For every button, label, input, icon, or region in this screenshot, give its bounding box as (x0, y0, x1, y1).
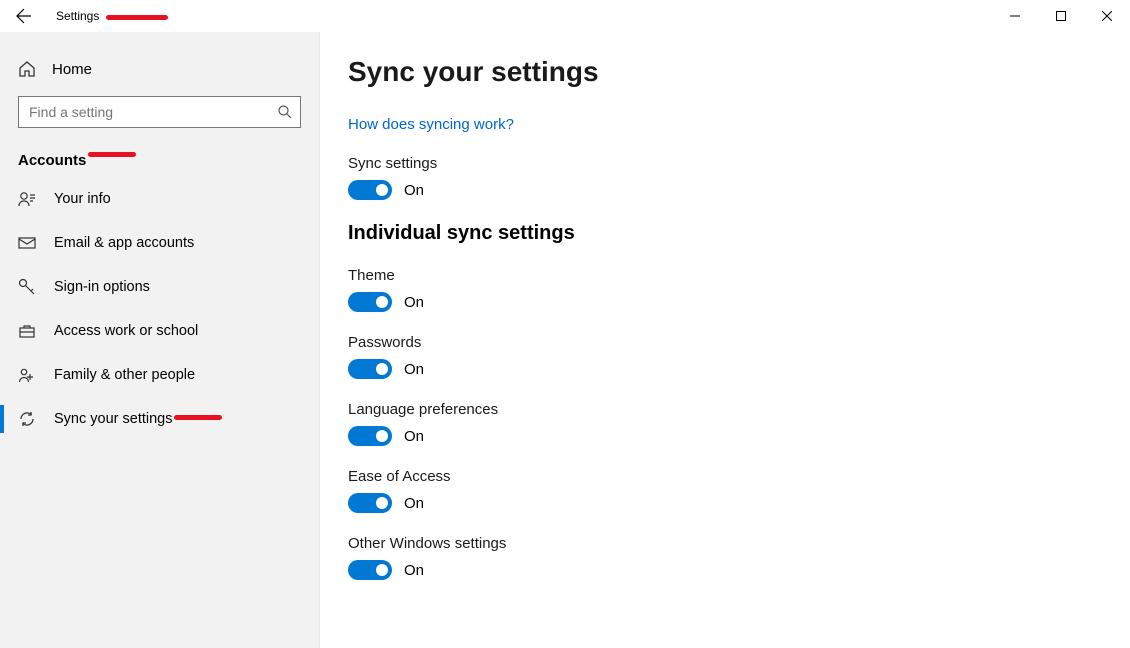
titlebar: Settings (0, 0, 1130, 32)
ease-access-toggle[interactable] (348, 493, 392, 513)
category-header: Accounts (0, 138, 319, 177)
sidebar-item-family-people[interactable]: Family & other people (0, 353, 319, 397)
minimize-icon (1010, 11, 1020, 21)
passwords-state: On (404, 361, 424, 378)
content-area: Sync your settings How does syncing work… (320, 32, 1130, 648)
annotation-mark (174, 415, 222, 420)
people-icon (18, 366, 36, 384)
back-button[interactable] (12, 4, 36, 28)
sidebar: Home Accounts Your info Email & a (0, 32, 320, 648)
search-icon (278, 105, 292, 119)
window-controls (992, 0, 1130, 32)
search-box[interactable] (18, 96, 301, 128)
close-button[interactable] (1084, 0, 1130, 32)
sync-icon (18, 410, 36, 428)
ease-access-label: Ease of Access (348, 468, 1130, 485)
sidebar-item-label: Email & app accounts (54, 235, 194, 251)
theme-label: Theme (348, 267, 1130, 284)
sidebar-item-label: Access work or school (54, 323, 198, 339)
section-title: Individual sync settings (348, 222, 1130, 245)
annotation-mark (106, 15, 168, 20)
theme-state: On (404, 294, 424, 311)
sync-settings-state: On (404, 182, 424, 199)
other-windows-label: Other Windows settings (348, 535, 1130, 552)
sidebar-item-sync-settings[interactable]: Sync your settings (0, 397, 319, 441)
close-icon (1102, 11, 1112, 21)
mail-icon (18, 234, 36, 252)
sidebar-item-signin-options[interactable]: Sign-in options (0, 265, 319, 309)
sidebar-item-label: Sync your settings (54, 411, 172, 427)
key-icon (18, 278, 36, 296)
sidebar-item-your-info[interactable]: Your info (0, 177, 319, 221)
sidebar-item-access-work-school[interactable]: Access work or school (0, 309, 319, 353)
minimize-button[interactable] (992, 0, 1038, 32)
theme-toggle[interactable] (348, 292, 392, 312)
sync-settings-label: Sync settings (348, 155, 1130, 172)
other-windows-state: On (404, 562, 424, 579)
sidebar-item-label: Family & other people (54, 367, 195, 383)
lang-pref-label: Language preferences (348, 401, 1130, 418)
search-input[interactable] (19, 97, 300, 127)
passwords-toggle[interactable] (348, 359, 392, 379)
home-nav[interactable]: Home (0, 48, 319, 90)
sync-settings-toggle[interactable] (348, 180, 392, 200)
sidebar-item-label: Your info (54, 191, 111, 207)
maximize-button[interactable] (1038, 0, 1084, 32)
lang-pref-toggle[interactable] (348, 426, 392, 446)
home-label: Home (52, 61, 92, 78)
maximize-icon (1056, 11, 1066, 21)
how-syncing-works-link[interactable]: How does syncing work? (348, 116, 514, 133)
sidebar-item-label: Sign-in options (54, 279, 150, 295)
other-windows-toggle[interactable] (348, 560, 392, 580)
window-title: Settings (56, 9, 99, 23)
ease-access-state: On (404, 495, 424, 512)
page-title: Sync your settings (348, 56, 1130, 88)
briefcase-icon (18, 322, 36, 340)
passwords-label: Passwords (348, 334, 1130, 351)
annotation-mark (88, 152, 136, 157)
back-arrow-icon (16, 8, 32, 24)
lang-pref-state: On (404, 428, 424, 445)
sidebar-item-email-accounts[interactable]: Email & app accounts (0, 221, 319, 265)
home-icon (18, 60, 36, 78)
user-info-icon (18, 190, 36, 208)
